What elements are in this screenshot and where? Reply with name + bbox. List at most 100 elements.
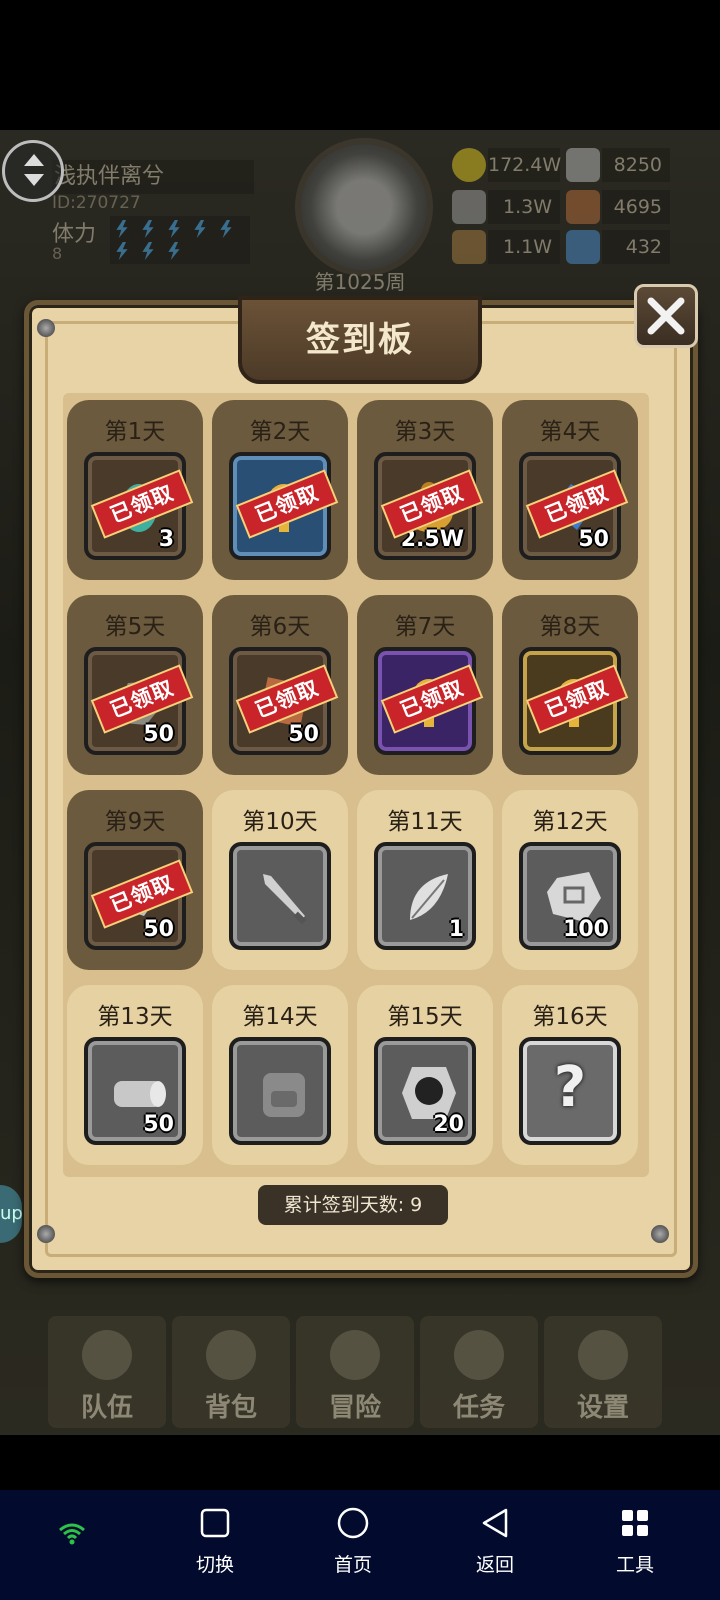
stamina-bolt-icon <box>168 220 180 238</box>
square-icon <box>200 1508 230 1538</box>
reward-slot[interactable] <box>229 842 331 950</box>
day-label: 第4天 <box>539 419 601 445</box>
reward-slot[interactable]: 3 已领取 <box>84 452 194 560</box>
day-label: 第8天 <box>539 614 601 640</box>
question-mark-icon: ? <box>553 1055 587 1120</box>
iron-ingot-icon <box>566 148 600 182</box>
day-card-13[interactable]: 第13天 50 <box>67 985 203 1165</box>
avatar[interactable] <box>295 138 433 276</box>
reward-slot[interactable]: ? <box>519 1037 621 1145</box>
nav-backpack[interactable]: 背包 <box>172 1316 290 1428</box>
reward-slot[interactable]: 已领取 <box>229 452 339 560</box>
back-triangle-icon <box>482 1508 508 1538</box>
day-label: 第9天 <box>104 809 166 835</box>
day-card-15[interactable]: 第15天 20 <box>357 985 493 1165</box>
day-label: 第14天 <box>242 1004 318 1030</box>
wifi-icon <box>59 1523 85 1545</box>
tools-label: 工具 <box>615 1554 654 1576</box>
day-label: 第3天 <box>394 419 456 445</box>
reward-slot[interactable]: 已领取 <box>374 647 484 755</box>
nav-settings[interactable]: 设置 <box>544 1316 662 1428</box>
day-label: 第2天 <box>249 419 311 445</box>
crossed-swords-icon <box>330 1330 380 1380</box>
reward-slot[interactable]: 50 已领取 <box>229 647 339 755</box>
stamina-bolt-icon <box>142 220 154 238</box>
reward-slot[interactable]: 50 已领取 <box>84 842 194 950</box>
day-card-1[interactable]: 第1天 3 已领取 <box>67 400 203 580</box>
day-card-4[interactable]: 第4天 50 已领取 <box>502 400 638 580</box>
close-icon <box>647 297 685 335</box>
reward-slot[interactable]: 50 已领取 <box>84 647 194 755</box>
arrow-down-icon <box>24 174 44 186</box>
stamina-bolt-icon <box>220 220 232 238</box>
reward-quantity: 50 <box>143 722 174 747</box>
day-card-10[interactable]: 第10天 <box>212 790 348 970</box>
switch-character-button[interactable] <box>2 140 64 202</box>
day-card-11[interactable]: 第11天 1 <box>357 790 493 970</box>
reward-slot[interactable] <box>229 1037 331 1145</box>
day-card-5[interactable]: 第5天 50 已领取 <box>67 595 203 775</box>
reward-quantity: 1 <box>448 917 464 942</box>
player-id: ID:270727 <box>52 193 141 213</box>
reward-slot[interactable]: 100 <box>519 842 621 950</box>
stamina-bolt-icon <box>194 220 206 238</box>
nav-tasks[interactable]: 任务 <box>420 1316 538 1428</box>
home-label: 首页 <box>333 1554 372 1576</box>
reward-slot[interactable]: 2.5W 已领取 <box>374 452 484 560</box>
reward-slot[interactable]: 50 已领取 <box>519 452 629 560</box>
resource-crystal: 432 <box>602 230 670 264</box>
stamina-bolt-icon <box>116 242 128 260</box>
system-nav-bar: 切换 首页 返回 工具 <box>0 1490 720 1600</box>
day-card-2[interactable]: 第2天已领取 <box>212 400 348 580</box>
reward-slot[interactable]: 1 <box>374 842 476 950</box>
day-card-8[interactable]: 第8天已领取 <box>502 595 638 775</box>
day-card-14[interactable]: 第14天 <box>212 985 348 1165</box>
switch-label: 切换 <box>195 1554 234 1576</box>
reward-slot[interactable]: 20 <box>374 1037 476 1145</box>
reward-quantity: 50 <box>578 527 609 552</box>
back-button[interactable]: 返回 <box>450 1504 540 1584</box>
reward-quantity: 100 <box>563 917 609 942</box>
rivet-icon <box>37 1225 55 1243</box>
nav-label: 背包 <box>204 1393 257 1423</box>
day-card-16[interactable]: 第16天? <box>502 985 638 1165</box>
day-card-12[interactable]: 第12天 100 <box>502 790 638 970</box>
reward-quantity: 20 <box>433 1112 464 1137</box>
wood-log-icon <box>452 230 486 264</box>
day-card-7[interactable]: 第7天 已领取 <box>357 595 493 775</box>
title-plate: 签到板 <box>238 296 482 384</box>
day-label: 第16天 <box>532 1004 608 1030</box>
day-card-3[interactable]: 第3天 2.5W 已领取 <box>357 400 493 580</box>
day-label: 第11天 <box>387 809 463 835</box>
resource-wood: 1.1W <box>488 230 560 264</box>
day-card-6[interactable]: 第6天 50 已领取 <box>212 595 348 775</box>
nav-adventure[interactable]: 冒险 <box>296 1316 414 1428</box>
leather-icon <box>566 190 600 224</box>
nav-label: 冒险 <box>328 1393 381 1423</box>
total-sign-in-days: 累计签到天数: 9 <box>258 1185 448 1225</box>
day-label: 第5天 <box>104 614 166 640</box>
gold-coin-icon <box>452 148 486 182</box>
blue-crystal-icon <box>566 230 600 264</box>
day-card-9[interactable]: 第9天 50 已领取 <box>67 790 203 970</box>
switch-button[interactable]: 切换 <box>170 1504 260 1584</box>
tools-button[interactable]: 工具 <box>590 1504 680 1584</box>
sword-icon <box>263 874 307 925</box>
reward-quantity: 3 <box>158 527 174 552</box>
nav-label: 队伍 <box>80 1393 133 1423</box>
day-label: 第13天 <box>97 1004 173 1030</box>
gear-icon <box>578 1330 628 1380</box>
player-hud: 浅执伴离兮 ID:270727 体力 8 第1025周 172.4W 8250 … <box>0 130 720 305</box>
close-button[interactable] <box>634 284 698 348</box>
back-label: 返回 <box>475 1554 514 1576</box>
arrow-up-icon <box>24 154 44 166</box>
reward-quantity: 50 <box>143 917 174 942</box>
reward-slot[interactable]: 已领取 <box>519 647 629 755</box>
day-label: 第10天 <box>242 809 318 835</box>
reward-slot[interactable]: 50 <box>84 1037 186 1145</box>
resource-leather: 4695 <box>602 190 670 224</box>
stamina-bolt-icon <box>142 242 154 260</box>
nav-team[interactable]: 队伍 <box>48 1316 166 1428</box>
home-button[interactable]: 首页 <box>308 1504 398 1584</box>
grid-apps-icon <box>622 1510 648 1536</box>
